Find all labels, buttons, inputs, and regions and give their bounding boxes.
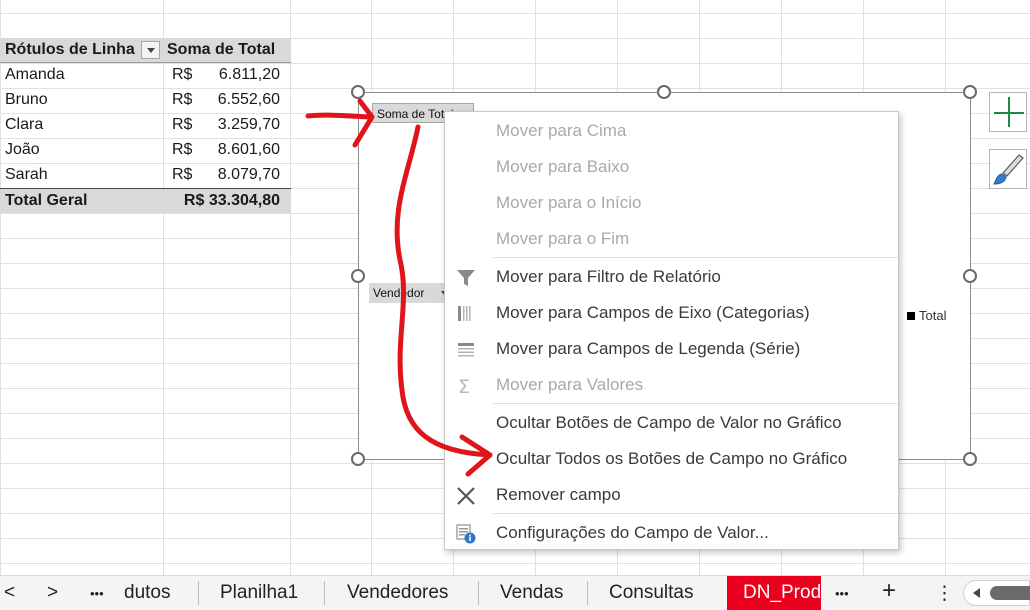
pivot-row-amount: 6.552,60 bbox=[217, 91, 280, 108]
pivot-row[interactable]: João R$ 8.601,60 bbox=[0, 138, 291, 163]
pivot-row-currency: R$ bbox=[172, 66, 193, 83]
menu-item-label: Mover para Baixo bbox=[496, 157, 630, 176]
sheet-tab-vendas[interactable]: Vendas bbox=[500, 582, 563, 604]
menu-item-label: Mover para Campos de Eixo (Categorias) bbox=[496, 303, 810, 322]
field-settings-icon bbox=[455, 523, 477, 545]
pivot-total-value: R$ 33.304,80 bbox=[183, 192, 280, 209]
pivot-header-row: Rótulos de Linha Soma de Total bbox=[0, 38, 291, 63]
sheet-tab-bar: < > ••• dutos Planilha1 Vendedores Venda… bbox=[0, 575, 1030, 610]
chart-legend[interactable]: Total bbox=[907, 308, 946, 323]
sheet-tab-partial[interactable]: dutos bbox=[124, 582, 170, 604]
pivot-row-name: João bbox=[5, 141, 40, 158]
menu-item-remove-field[interactable]: Remover campo bbox=[445, 477, 898, 513]
legend-swatch bbox=[907, 312, 915, 320]
context-menu: Mover para Cima Mover para Baixo Mover p… bbox=[444, 111, 899, 550]
pivot-row[interactable]: Sarah R$ 8.079,70 bbox=[0, 163, 291, 188]
menu-item-label: Ocultar Botões de Campo de Valor no Gráf… bbox=[496, 413, 842, 432]
sheet-nav-prev-button[interactable]: < bbox=[4, 582, 15, 604]
pivot-sum-header: Soma de Total bbox=[167, 41, 276, 58]
pivot-row-amount: 6.811,20 bbox=[218, 66, 280, 83]
more-sheets-right-button[interactable]: ••• bbox=[835, 586, 849, 601]
pivot-row[interactable]: Clara R$ 3.259,70 bbox=[0, 113, 291, 138]
menu-item-label: Mover para Filtro de Relatório bbox=[496, 267, 721, 286]
menu-item-move-to-start[interactable]: Mover para o Início bbox=[445, 185, 898, 221]
menu-item-value-field-settings[interactable]: Configurações do Campo de Valor... bbox=[445, 515, 898, 551]
sheet-tab-vendedores[interactable]: Vendedores bbox=[347, 582, 448, 604]
menu-item-move-to-report-filter[interactable]: Mover para Filtro de Relatório bbox=[445, 259, 898, 295]
menu-item-label: Configurações do Campo de Valor... bbox=[496, 523, 769, 542]
pivot-total-label: Total Geral bbox=[5, 192, 88, 209]
pivot-row-currency: R$ bbox=[172, 141, 193, 158]
pivot-row-labels-header: Rótulos de Linha bbox=[5, 41, 135, 58]
menu-item-move-down[interactable]: Mover para Baixo bbox=[445, 149, 898, 185]
menu-item-move-to-end[interactable]: Mover para o Fim bbox=[445, 221, 898, 257]
axis-fields-icon bbox=[455, 303, 477, 325]
pivot-row-name: Bruno bbox=[5, 91, 48, 108]
scroll-left-icon[interactable] bbox=[973, 588, 980, 598]
add-sheet-button[interactable]: + bbox=[882, 577, 896, 605]
resize-handle-left[interactable] bbox=[351, 269, 365, 283]
menu-item-hide-value-field-buttons[interactable]: Ocultar Botões de Campo de Valor no Gráf… bbox=[445, 405, 898, 441]
menu-item-label: Mover para Cima bbox=[496, 121, 627, 140]
menu-item-hide-all-field-buttons[interactable]: Ocultar Todos os Botões de Campo no Gráf… bbox=[445, 441, 898, 477]
menu-item-label: Remover campo bbox=[496, 485, 621, 504]
sigma-icon: Σ bbox=[455, 375, 477, 398]
pivot-row[interactable]: Bruno R$ 6.552,60 bbox=[0, 88, 291, 113]
menu-item-move-to-axis-fields[interactable]: Mover para Campos de Eixo (Categorias) bbox=[445, 295, 898, 331]
pivot-row-currency: R$ bbox=[172, 91, 193, 108]
menu-item-label: Ocultar Todos os Botões de Campo no Gráf… bbox=[496, 449, 848, 468]
pivot-row-name: Amanda bbox=[5, 66, 65, 83]
pivot-row-amount: 8.079,70 bbox=[217, 166, 280, 183]
menu-item-move-to-values[interactable]: Σ Mover para Valores bbox=[445, 367, 898, 403]
sheet-tab-consultas[interactable]: Consultas bbox=[609, 582, 694, 604]
pivot-total-row[interactable]: Total Geral R$ 33.304,80 bbox=[0, 188, 291, 213]
chart-axis-field-button[interactable]: Vendedor bbox=[369, 283, 451, 303]
menu-item-label: Mover para o Fim bbox=[496, 229, 630, 248]
legend-label: Total bbox=[919, 308, 947, 323]
chart-elements-plus-icon[interactable] bbox=[989, 92, 1027, 132]
remove-x-icon bbox=[455, 485, 477, 507]
row-labels-filter-button[interactable] bbox=[141, 41, 160, 59]
menu-item-move-to-legend-fields[interactable]: Mover para Campos de Legenda (Série) bbox=[445, 331, 898, 367]
pivot-row-amount: 8.601,60 bbox=[217, 141, 280, 158]
pivot-table: Rótulos de Linha Soma de Total Amanda R$… bbox=[0, 38, 291, 213]
menu-item-move-up[interactable]: Mover para Cima bbox=[445, 113, 898, 149]
chart-styles-brush-icon[interactable] bbox=[989, 149, 1027, 189]
resize-handle-right[interactable] bbox=[963, 269, 977, 283]
resize-handle-bottom-left[interactable] bbox=[351, 452, 365, 466]
menu-item-label: Mover para Campos de Legenda (Série) bbox=[496, 339, 801, 358]
pivot-row[interactable]: Amanda R$ 6.811,20 bbox=[0, 63, 291, 88]
pivot-row-name: Sarah bbox=[5, 166, 48, 183]
svg-text:Σ: Σ bbox=[458, 376, 470, 397]
scrollbar-thumb[interactable] bbox=[990, 586, 1030, 600]
more-sheets-left-button[interactable]: ••• bbox=[90, 586, 104, 601]
resize-handle-top-right[interactable] bbox=[963, 85, 977, 99]
pivot-row-currency: R$ bbox=[172, 116, 193, 133]
sheet-tab-planilha1[interactable]: Planilha1 bbox=[220, 582, 298, 604]
resize-handle-top[interactable] bbox=[657, 85, 671, 99]
sheet-options-button[interactable]: ⋮ bbox=[935, 582, 954, 605]
menu-item-label: Mover para o Início bbox=[496, 193, 642, 212]
pivot-row-amount: 3.259,70 bbox=[217, 116, 280, 133]
menu-item-label: Mover para Valores bbox=[496, 375, 644, 394]
pivot-row-name: Clara bbox=[5, 116, 44, 133]
axis-field-label: Vendedor bbox=[373, 286, 425, 300]
pivot-row-currency: R$ bbox=[172, 166, 193, 183]
sheet-tab-active[interactable]: DN_Prod bbox=[727, 576, 821, 610]
legend-fields-icon bbox=[455, 339, 477, 361]
sheet-nav-next-button[interactable]: > bbox=[47, 582, 58, 604]
resize-handle-top-left[interactable] bbox=[351, 85, 365, 99]
resize-handle-bottom-right[interactable] bbox=[963, 452, 977, 466]
filter-icon bbox=[455, 267, 477, 289]
